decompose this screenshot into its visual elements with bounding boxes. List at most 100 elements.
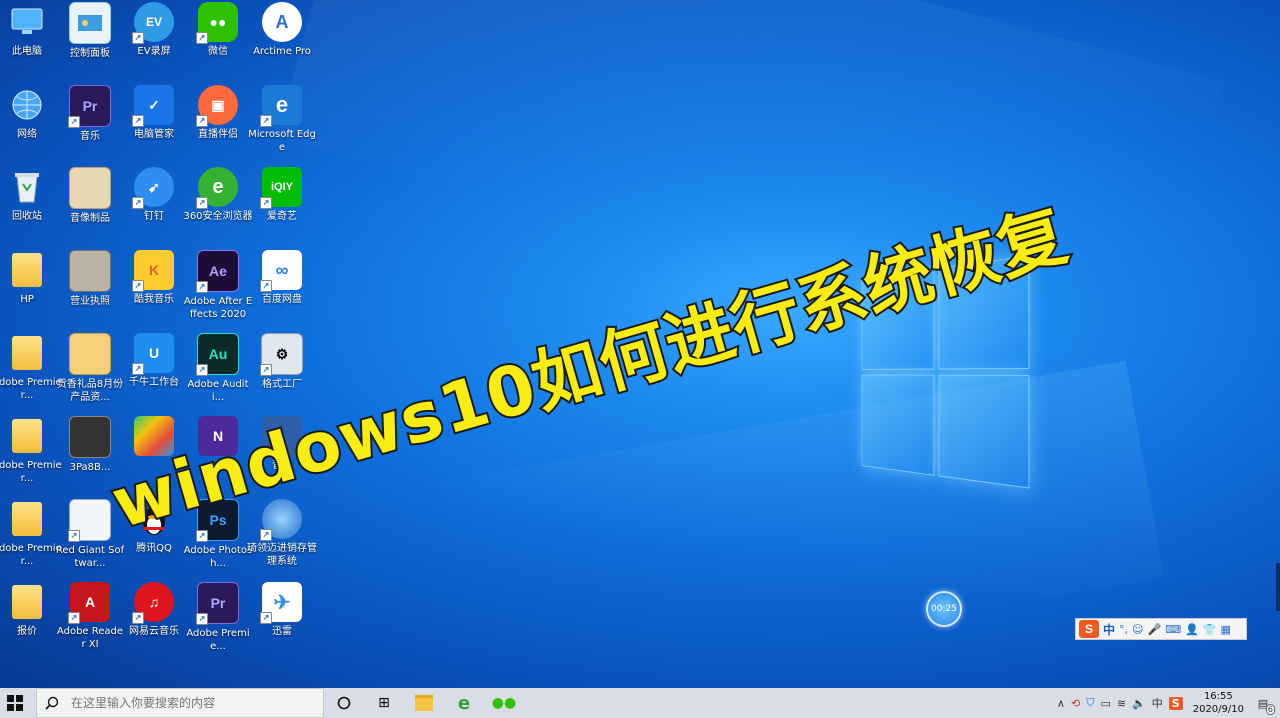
cortana-icon <box>337 696 351 710</box>
desktop-icon-wechat[interactable]: ●● ↗ 微信 <box>183 2 253 58</box>
sogou-logo-icon[interactable]: S <box>1079 620 1099 638</box>
wifi-icon[interactable]: ≋ <box>1117 697 1126 710</box>
desktop-icon-inventory-system[interactable]: ↗ 琦领迈进销存管理系统 <box>247 499 317 568</box>
desktop-icon-photoshop[interactable]: Ps ↗ Adobe Photosh... <box>183 499 253 570</box>
ev-recorder-icon: EV ↗ <box>132 2 174 44</box>
chevron-up-icon[interactable]: ∧ <box>1057 697 1065 710</box>
desktop-icon-premiere-folder[interactable]: Adobe Premier... <box>0 499 62 568</box>
desktop-icon-control-panel[interactable]: 控制面板 <box>55 2 125 60</box>
desktop-icon-red-giant[interactable]: ↗ Red Giant Softwar... <box>55 499 125 570</box>
document-icon <box>69 167 111 209</box>
app-icon <box>134 416 174 456</box>
desktop-icon-audition[interactable]: Au ↗ Adobe Auditi... <box>183 333 253 404</box>
wechat-taskbar-button[interactable]: ●● <box>484 688 524 718</box>
sync-icon[interactable]: ⟲ <box>1071 697 1080 710</box>
paper-icon <box>69 250 111 292</box>
usb-icon[interactable]: ▭ <box>1100 697 1110 710</box>
desktop-icon-netease-music[interactable]: ♫ ↗ 网易云音乐 <box>119 582 189 638</box>
desktop[interactable]: 此电脑 网络 回收站 HP Adobe Premier... Adobe Pre… <box>0 0 1280 688</box>
image-thumbnail-icon <box>69 333 111 375</box>
desktop-icon-xunlei[interactable]: ✈ ↗ 迅雷 <box>247 582 317 638</box>
iqiyi-icon: iQIY ↗ <box>260 167 302 209</box>
desktop-icon-dingtalk[interactable]: ➹ ↗ 钉钉 <box>119 167 189 223</box>
baidu-netdisk-icon: ∞ ↗ <box>260 250 302 292</box>
desktop-icon-after-effects[interactable]: Ae ↗ Adobe After Effects 2020 <box>183 250 253 321</box>
desktop-icon-product-doc[interactable]: 贡香礼品8月份产品资... <box>55 333 125 404</box>
action-center-button[interactable]: ▤ 6 <box>1250 690 1276 716</box>
adobe-reader-icon: A ↗ <box>68 582 110 624</box>
photoshop-icon: Ps ↗ <box>196 499 239 542</box>
desktop-icon-hp[interactable]: HP <box>0 250 62 306</box>
desktop-icon-qq[interactable]: 腾讯QQ <box>119 499 189 555</box>
desktop-icon-recycle-bin[interactable]: 回收站 <box>0 167 62 223</box>
skin-icon[interactable]: 👕 <box>1203 623 1217 636</box>
desktop-icon-this-pc[interactable]: 此电脑 <box>0 2 62 58</box>
toolbox-icon[interactable]: ▦ <box>1220 623 1230 636</box>
desktop-icon-premiere-pro[interactable]: Pr ↗ Adobe Premie... <box>183 582 253 653</box>
xunlei-bird-icon: ✈ ↗ <box>260 582 302 624</box>
windows-icon <box>7 695 23 711</box>
desktop-icon-av-products[interactable]: 音像制品 <box>55 167 125 225</box>
ime-mode-toggle[interactable]: 中 <box>1103 621 1115 638</box>
desktop-icon-ev-recorder[interactable]: EV ↗ EV录屏 <box>119 2 189 58</box>
desktop-icon-music[interactable]: ♪ 音乐 <box>247 416 317 472</box>
qianniu-icon: U ↗ <box>132 333 174 375</box>
start-button[interactable] <box>0 688 30 718</box>
task-view-icon: ⊞ <box>378 695 390 711</box>
search-input[interactable] <box>69 695 313 711</box>
desktop-icon-arctime[interactable]: A Arctime Pro <box>247 2 317 58</box>
premiere-pro-icon: Pr ↗ <box>68 85 111 128</box>
task-view-button[interactable]: ⊞ <box>364 688 404 718</box>
desktop-icon-edge[interactable]: e ↗ Microsoft Edge <box>247 85 317 154</box>
taskbar-search-box[interactable] <box>36 688 324 718</box>
microphone-icon[interactable]: 🎤 <box>1147 623 1161 636</box>
desktop-icon-baidu-netdisk[interactable]: ∞ ↗ 百度网盘 <box>247 250 317 306</box>
desktop-icon-purple-app[interactable]: N <box>183 416 253 459</box>
recording-timer-badge[interactable]: 00:25 <box>926 591 962 627</box>
light-beam <box>436 360 1164 688</box>
audition-icon: Au ↗ <box>196 333 239 376</box>
clock-date: 2020/9/10 <box>1192 704 1244 715</box>
premiere-pro-icon: Pr ↗ <box>196 582 239 625</box>
ime-toolbar[interactable]: S 中 °, ☺ 🎤 ⌨ 👤 👕 ▦ <box>1075 618 1247 640</box>
desktop-icon-adobe-reader[interactable]: A ↗ Adobe Reader XI <box>55 582 125 651</box>
light-beam <box>276 0 1224 372</box>
desktop-icon-iqiyi[interactable]: iQIY ↗ 爱奇艺 <box>247 167 317 223</box>
timer-text: 00:25 <box>931 604 957 614</box>
keyboard-icon[interactable]: ⌨ <box>1165 623 1181 636</box>
windows-logo-wallpaper <box>861 255 1033 491</box>
tray-ime-indicator[interactable]: 中 <box>1152 695 1163 711</box>
folder-icon <box>7 499 47 539</box>
live-companion-icon: ▣ ↗ <box>196 85 238 127</box>
desktop-icon-network[interactable]: 网络 <box>0 85 62 141</box>
app-icon: N <box>198 416 238 456</box>
desktop-icon-quote-folder[interactable]: 报价 <box>0 582 62 638</box>
qq-penguin-icon <box>134 499 174 539</box>
search-icon <box>45 696 59 710</box>
desktop-icon-360-browser[interactable]: e ↗ 360安全浏览器 <box>183 167 253 223</box>
desktop-icon-license[interactable]: 营业执照 <box>55 250 125 308</box>
volume-icon[interactable]: 🔈 <box>1132 697 1146 710</box>
sogou-tray-icon[interactable]: S <box>1168 696 1183 710</box>
desktop-icon-pc-manager[interactable]: ✓ ↗ 电脑管家 <box>119 85 189 141</box>
punctuation-toggle[interactable]: °, <box>1119 623 1128 636</box>
desktop-icon-premiere-folder[interactable]: Adobe Premier... <box>0 333 62 402</box>
cortana-button[interactable] <box>324 688 364 718</box>
file-explorer-button[interactable] <box>404 688 444 718</box>
desktop-icon-qianniu[interactable]: U ↗ 千牛工作台 <box>119 333 189 389</box>
emoji-icon[interactable]: ☺ <box>1132 623 1143 636</box>
desktop-icon-live-companion[interactable]: ▣ ↗ 直播伴侣 <box>183 85 253 141</box>
edge-icon: e ↗ <box>260 85 302 127</box>
clock[interactable]: 16:55 2020/9/10 <box>1193 690 1244 716</box>
music-icon: ♪ <box>262 416 302 456</box>
desktop-icon-video[interactable]: 3Pa8B... <box>55 416 125 474</box>
desktop-icon-colorful-app[interactable] <box>119 416 189 459</box>
desktop-icon-music-pr[interactable]: Pr ↗ 音乐 <box>55 85 125 143</box>
desktop-icon-premiere-folder[interactable]: Adobe Premier... <box>0 416 62 485</box>
desktop-icon-format-factory[interactable]: ⚙ ↗ 格式工厂 <box>247 333 317 391</box>
wechat-icon: ●● <box>491 695 517 711</box>
user-icon[interactable]: 👤 <box>1185 623 1199 636</box>
edge-taskbar-button[interactable]: e <box>444 688 484 718</box>
desktop-icon-kuwo[interactable]: K ↗ 酷我音乐 <box>119 250 189 306</box>
shield-icon[interactable]: ⛉ <box>1086 696 1094 710</box>
